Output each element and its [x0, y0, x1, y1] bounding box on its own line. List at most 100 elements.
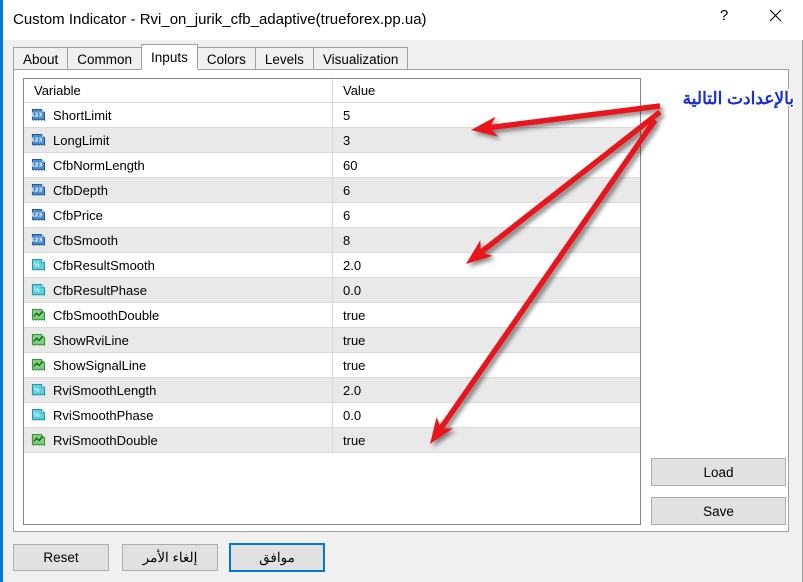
tab-label: Inputs: [151, 49, 188, 65]
cancel-button[interactable]: إلغاء الأمر: [122, 544, 218, 571]
tab-colors[interactable]: Colors: [196, 47, 256, 70]
variable-cell: ½ RviSmoothLength: [24, 378, 333, 402]
double-icon: ½: [31, 283, 46, 296]
variable-name: RviSmoothDouble: [53, 432, 158, 448]
value-cell[interactable]: 2.0: [333, 253, 640, 277]
int-icon: 123: [31, 183, 46, 196]
tab-levels[interactable]: Levels: [254, 47, 314, 70]
variable-cell: CfbSmoothDouble: [24, 303, 333, 327]
value-cell[interactable]: 8: [333, 228, 640, 252]
bool-icon: [31, 308, 46, 321]
tab-label: Levels: [264, 51, 304, 67]
tab-label: Common: [77, 51, 133, 67]
bool-icon: [31, 358, 46, 371]
grid-row[interactable]: CfbSmoothDouble true: [24, 303, 640, 328]
load-button[interactable]: Load: [651, 458, 786, 486]
close-button[interactable]: [752, 0, 798, 30]
value-cell[interactable]: 60: [333, 153, 640, 177]
value-cell[interactable]: 0.0: [333, 403, 640, 427]
grid-row[interactable]: ½ CfbResultPhase 0.0: [24, 278, 640, 303]
close-icon: [769, 9, 781, 21]
double-icon: ½: [31, 383, 46, 396]
svg-text:123: 123: [31, 237, 43, 243]
value-text: 60: [343, 157, 358, 173]
save-button[interactable]: Save: [651, 497, 786, 525]
grid-row[interactable]: ½ CfbResultSmooth 2.0: [24, 253, 640, 278]
window-accent-border: [0, 0, 3, 582]
variable-cell: 123 ShortLimit: [24, 103, 333, 127]
custom-indicator-dialog: Custom Indicator - Rvi_on_jurik_cfb_adap…: [0, 0, 803, 582]
svg-text:123: 123: [31, 137, 43, 143]
value-text: 2.0: [343, 257, 362, 273]
value-cell[interactable]: 6: [333, 203, 640, 227]
value-cell[interactable]: true: [333, 303, 640, 327]
int-icon: 123: [31, 133, 46, 146]
variable-cell: 123 CfbSmooth: [24, 228, 333, 252]
tab-strip: About Common Inputs Colors Levels Visualizati…: [13, 44, 409, 70]
variable-name: CfbResultPhase: [53, 282, 147, 298]
grid-row[interactable]: 123 CfbSmooth 8: [24, 228, 640, 253]
svg-text:½: ½: [34, 411, 40, 418]
svg-text:123: 123: [31, 112, 43, 118]
variable-cell: 123 CfbPrice: [24, 203, 333, 227]
variable-cell: 123 CfbNormLength: [24, 153, 333, 177]
ok-button[interactable]: موافق: [229, 543, 325, 572]
int-icon: 123: [31, 158, 46, 171]
grid-row[interactable]: ½ RviSmoothPhase 0.0: [24, 403, 640, 428]
svg-text:½: ½: [34, 261, 40, 268]
variable-cell: ½ CfbResultSmooth: [24, 253, 333, 277]
grid-row[interactable]: 123 LongLimit 3: [24, 128, 640, 153]
variable-name: ShowSignalLine: [53, 357, 147, 373]
variable-name: LongLimit: [53, 132, 110, 148]
grid-header-row: Variable Value: [24, 79, 640, 103]
grid-row[interactable]: 123 CfbPrice 6: [24, 203, 640, 228]
variable-name: ShortLimit: [53, 107, 112, 123]
value-cell[interactable]: 2.0: [333, 378, 640, 402]
tab-visualization[interactable]: Visualization: [312, 47, 409, 70]
grid-row[interactable]: ShowRviLine true: [24, 328, 640, 353]
grid-row[interactable]: 123 CfbDepth 6: [24, 178, 640, 203]
double-icon: ½: [31, 408, 46, 421]
variable-name: RviSmoothLength: [53, 382, 157, 398]
variable-name: CfbSmooth: [53, 232, 119, 248]
int-icon: 123: [31, 233, 46, 246]
value-text: 8: [343, 232, 351, 248]
title-bar: Custom Indicator - Rvi_on_jurik_cfb_adap…: [3, 0, 803, 40]
svg-text:½: ½: [34, 386, 40, 393]
value-text: 6: [343, 182, 351, 198]
int-icon: 123: [31, 108, 46, 121]
tab-label: About: [23, 51, 59, 67]
value-cell[interactable]: 6: [333, 178, 640, 202]
value-text: 0.0: [343, 407, 362, 423]
variable-name: RviSmoothPhase: [53, 407, 154, 423]
tab-label: Visualization: [322, 51, 399, 67]
value-text: 0.0: [343, 282, 362, 298]
variable-name: CfbSmoothDouble: [53, 307, 160, 323]
variable-cell: ShowRviLine: [24, 328, 333, 352]
value-cell[interactable]: true: [333, 428, 640, 452]
grid-row[interactable]: ShowSignalLine true: [24, 353, 640, 378]
column-header-value: Value: [343, 83, 376, 98]
variable-name: ShowRviLine: [53, 332, 129, 348]
value-text: true: [343, 432, 366, 448]
svg-text:123: 123: [31, 187, 43, 193]
value-cell[interactable]: 3: [333, 128, 640, 152]
grid-row[interactable]: ½ RviSmoothLength 2.0: [24, 378, 640, 403]
grid-row[interactable]: RviSmoothDouble true: [24, 428, 640, 453]
variable-cell: RviSmoothDouble: [24, 428, 333, 452]
svg-text:123: 123: [31, 162, 43, 168]
reset-button[interactable]: Reset: [13, 544, 109, 571]
value-cell[interactable]: true: [333, 328, 640, 352]
grid-row[interactable]: 123 CfbNormLength 60: [24, 153, 640, 178]
value-cell[interactable]: 5: [333, 103, 640, 127]
grid-row[interactable]: 123 ShortLimit 5: [24, 103, 640, 128]
tab-about[interactable]: About: [13, 47, 69, 70]
value-text: 3: [343, 132, 351, 148]
variable-name: CfbPrice: [53, 207, 103, 223]
help-button[interactable]: ?: [701, 0, 747, 30]
value-cell[interactable]: true: [333, 353, 640, 377]
tab-inputs[interactable]: Inputs: [141, 44, 198, 70]
value-cell[interactable]: 0.0: [333, 278, 640, 302]
inputs-grid[interactable]: Variable Value 123 ShortLimit 5 123 LongLimi…: [23, 78, 641, 525]
tab-common[interactable]: Common: [67, 47, 143, 70]
